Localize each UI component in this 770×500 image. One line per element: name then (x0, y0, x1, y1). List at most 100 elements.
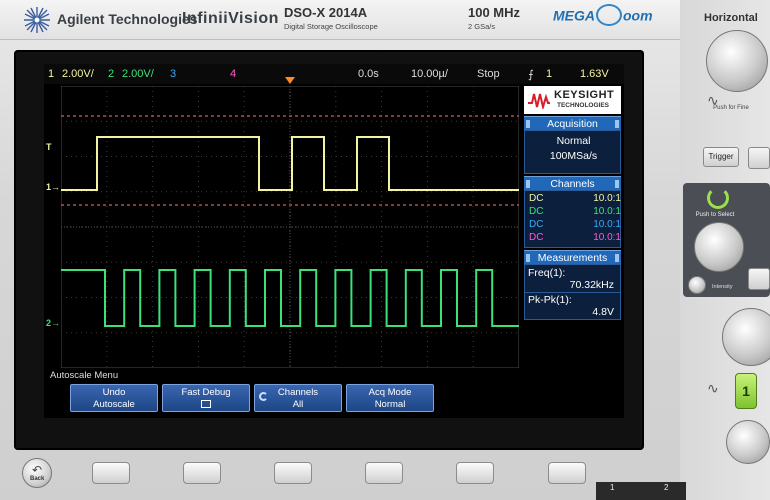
keysight-logo-text: KEYSIGHT (554, 89, 615, 101)
refresh-arrow-icon (707, 187, 729, 209)
acquisition-box: Normal 100MSa/s (524, 130, 621, 174)
undo-autoscale-softkey[interactable]: Undo Autoscale (70, 384, 158, 412)
agilent-spark-icon (24, 7, 50, 33)
oscilloscope-display: 1 2.00V/ 2 2.00V/ 3 4 0.0s 10.00µ/ Stop … (44, 64, 624, 418)
vertical-position-knob[interactable] (726, 420, 770, 464)
info-panel: KEYSIGHT TECHNOLOGIES Acquisition Normal… (523, 86, 622, 368)
waveform-canvas (61, 86, 519, 368)
brand-name: Agilent Technologies (57, 11, 198, 27)
grip-right-icon (615, 120, 619, 128)
channel-coupling: DC (529, 219, 544, 230)
pkpk-value: 4.8V (592, 306, 614, 318)
zoom-lens-icon (596, 4, 622, 26)
sine-wave-icon: ∿ (707, 380, 719, 396)
trigger-level: 1.63V (580, 68, 609, 80)
pkpk-label: Pk-Pk(1): (528, 294, 572, 306)
bandwidth-spec: 100 MHz (468, 5, 521, 20)
channel-row-1: DC 10.0:1 (529, 193, 621, 206)
trigger-source: 1 (546, 68, 553, 80)
keysight-logo: KEYSIGHT TECHNOLOGIES (524, 86, 621, 114)
softkey-button-5[interactable] (456, 462, 494, 484)
channels-softkey[interactable]: Channels All (254, 384, 342, 412)
channel-coupling: DC (529, 232, 544, 243)
softkey-button-6[interactable] (548, 462, 586, 484)
softkey-line2: Autoscale (93, 399, 135, 410)
time-offset[interactable]: 0.0s (358, 68, 379, 80)
side-button-mid[interactable] (748, 268, 770, 290)
measurement-divider (525, 292, 620, 293)
freq-label: Freq(1): (528, 267, 566, 279)
channel-probe: 10.0:1 (593, 219, 621, 230)
ch4-number[interactable]: 4 (230, 68, 236, 80)
ch2-number[interactable]: 2 (108, 68, 114, 80)
brand-bar: Agilent Technologies InfiniiVision DSO-X… (0, 0, 680, 40)
acquisition-mode: Normal (556, 135, 591, 147)
softkey-line1: Fast Debug (181, 387, 231, 398)
softkey-line1: Undo (102, 387, 126, 398)
bottom-label-1: 1 (610, 483, 615, 492)
back-button[interactable]: ↶ Back (22, 458, 52, 488)
horizontal-label: Horizontal (704, 12, 758, 24)
ch1-scale[interactable]: 2.00V/ (62, 68, 94, 80)
entry-knob[interactable] (694, 222, 744, 272)
trigger-button[interactable]: Trigger (703, 147, 739, 167)
measurements-box: Freq(1): 70.32kHz Pk-Pk(1): 4.8V (524, 264, 621, 320)
back-arrow-icon: ↶ (32, 463, 43, 477)
push-to-select-label: Push to Select (695, 212, 735, 218)
model-number: DSO-X 2014A (284, 5, 368, 20)
ch1-ground-marker[interactable]: 1→ (46, 182, 60, 192)
trigger-slope-icon: ⨍ (528, 69, 534, 81)
acquisition-title-text: Acquisition (547, 118, 598, 130)
channel-row-2: DC 10.0:1 (529, 206, 621, 219)
trigger-marker: T (46, 142, 52, 152)
softkey-button-1[interactable] (92, 462, 130, 484)
channel-coupling: DC (529, 206, 544, 217)
ch2-scale[interactable]: 2.00V/ (122, 68, 154, 80)
ch3-number[interactable]: 3 (170, 68, 176, 80)
softkey-line1: Acq Mode (368, 387, 412, 398)
grip-right-icon (615, 254, 619, 262)
measurements-title-text: Measurements (537, 252, 608, 264)
channel-probe: 10.0:1 (593, 206, 621, 217)
softkey-line2: Normal (374, 399, 406, 410)
megazoom-logo: MEGA oom (553, 4, 653, 28)
intensity-button[interactable] (688, 276, 706, 294)
grip-right-icon (615, 180, 619, 188)
measurements-title[interactable]: Measurements (524, 250, 621, 264)
ch1-number[interactable]: 1 (48, 68, 54, 80)
ch2-ground-marker[interactable]: 2→ (46, 318, 60, 328)
run-state: Stop (477, 68, 500, 80)
waveform-grid[interactable] (61, 86, 519, 368)
horizontal-scale-knob[interactable] (706, 30, 768, 92)
softkey-button-2[interactable] (183, 462, 221, 484)
push-for-fine-label: Push for Fine (713, 105, 749, 111)
product-line: InfiniiVision (182, 10, 279, 27)
acq-mode-softkey[interactable]: Acq Mode Normal (346, 384, 434, 412)
rotate-knob-icon (259, 392, 268, 401)
status-bar: 1 2.00V/ 2 2.00V/ 3 4 0.0s 10.00µ/ Stop … (44, 64, 624, 84)
channels-title[interactable]: Channels (524, 176, 621, 190)
grip-left-icon (526, 120, 530, 128)
channel-probe: 10.0:1 (593, 232, 621, 243)
keysight-wave-icon (528, 93, 550, 109)
model-subtitle: Digital Storage Oscilloscope (284, 22, 378, 31)
keysight-logo-subtext: TECHNOLOGIES (557, 102, 610, 109)
channels-title-text: Channels (550, 178, 595, 190)
fast-debug-softkey[interactable]: Fast Debug (162, 384, 250, 412)
grip-left-icon (526, 254, 530, 262)
side-button-top[interactable] (748, 147, 770, 169)
back-label: Back (30, 476, 45, 482)
channel-probe: 10.0:1 (593, 193, 621, 204)
softkey-button-3[interactable] (274, 462, 312, 484)
channels-box: DC 10.0:1 DC 10.0:1 DC 10.0:1 DC 10.0:1 (524, 190, 621, 248)
time-scale[interactable]: 10.00µ/ (411, 68, 448, 80)
softkey-menu-title: Autoscale Menu (50, 370, 119, 381)
acquisition-title[interactable]: Acquisition (524, 116, 621, 130)
trigger-position-icon (285, 77, 295, 84)
sample-rate-spec: 2 GSa/s (468, 22, 496, 31)
checkbox-icon (201, 400, 211, 408)
channel-1-button[interactable]: 1 (735, 373, 757, 409)
channel-row-4: DC 10.0:1 (529, 232, 621, 245)
softkey-button-4[interactable] (365, 462, 403, 484)
acquisition-rate: 100MSa/s (549, 150, 598, 162)
